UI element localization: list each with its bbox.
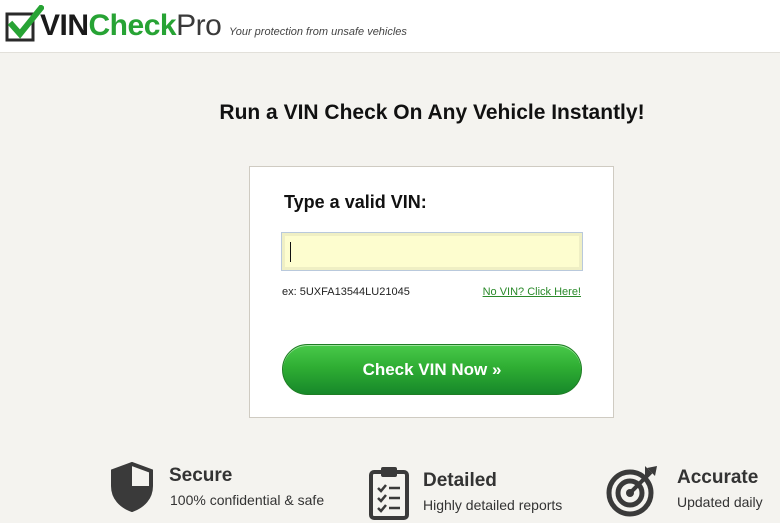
feature-accurate-description: Updated daily (677, 494, 763, 510)
feature-secure-title: Secure (169, 465, 233, 486)
site-logo[interactable]: VINCheckPro (40, 8, 222, 44)
vin-example-text: ex: 5UXFA13544LU21045 (282, 286, 410, 298)
logo-vin-text: VIN (40, 9, 89, 42)
shield-icon (111, 462, 153, 512)
feature-detailed-title: Detailed (423, 470, 497, 491)
feature-detailed-description: Highly detailed reports (423, 497, 563, 513)
site-header: VINCheckPro Your protection from unsafe … (0, 0, 780, 53)
logo-check-text: Check (88, 9, 177, 42)
feature-secure-description: 100% confidential & safe (170, 492, 325, 508)
target-icon (606, 466, 657, 517)
check-vin-button[interactable]: Check VIN Now » (282, 344, 582, 395)
clipboard-checklist-icon (369, 467, 409, 520)
site-tagline: Your protection from unsafe vehicles (229, 26, 407, 38)
vin-search-card: Type a valid VIN: ex: 5UXFA13544LU21045 … (249, 166, 614, 418)
page-headline: Run a VIN Check On Any Vehicle Instantly… (219, 101, 645, 124)
feature-accurate-title: Accurate (677, 467, 759, 488)
vin-input-label: Type a valid VIN: (284, 192, 427, 212)
logo-pro-text: Pro (176, 9, 222, 42)
text-caret (290, 242, 291, 262)
vin-input[interactable] (281, 232, 583, 271)
no-vin-link[interactable]: No VIN? Click Here! (483, 286, 581, 298)
checkbox-logo-icon (5, 5, 44, 42)
